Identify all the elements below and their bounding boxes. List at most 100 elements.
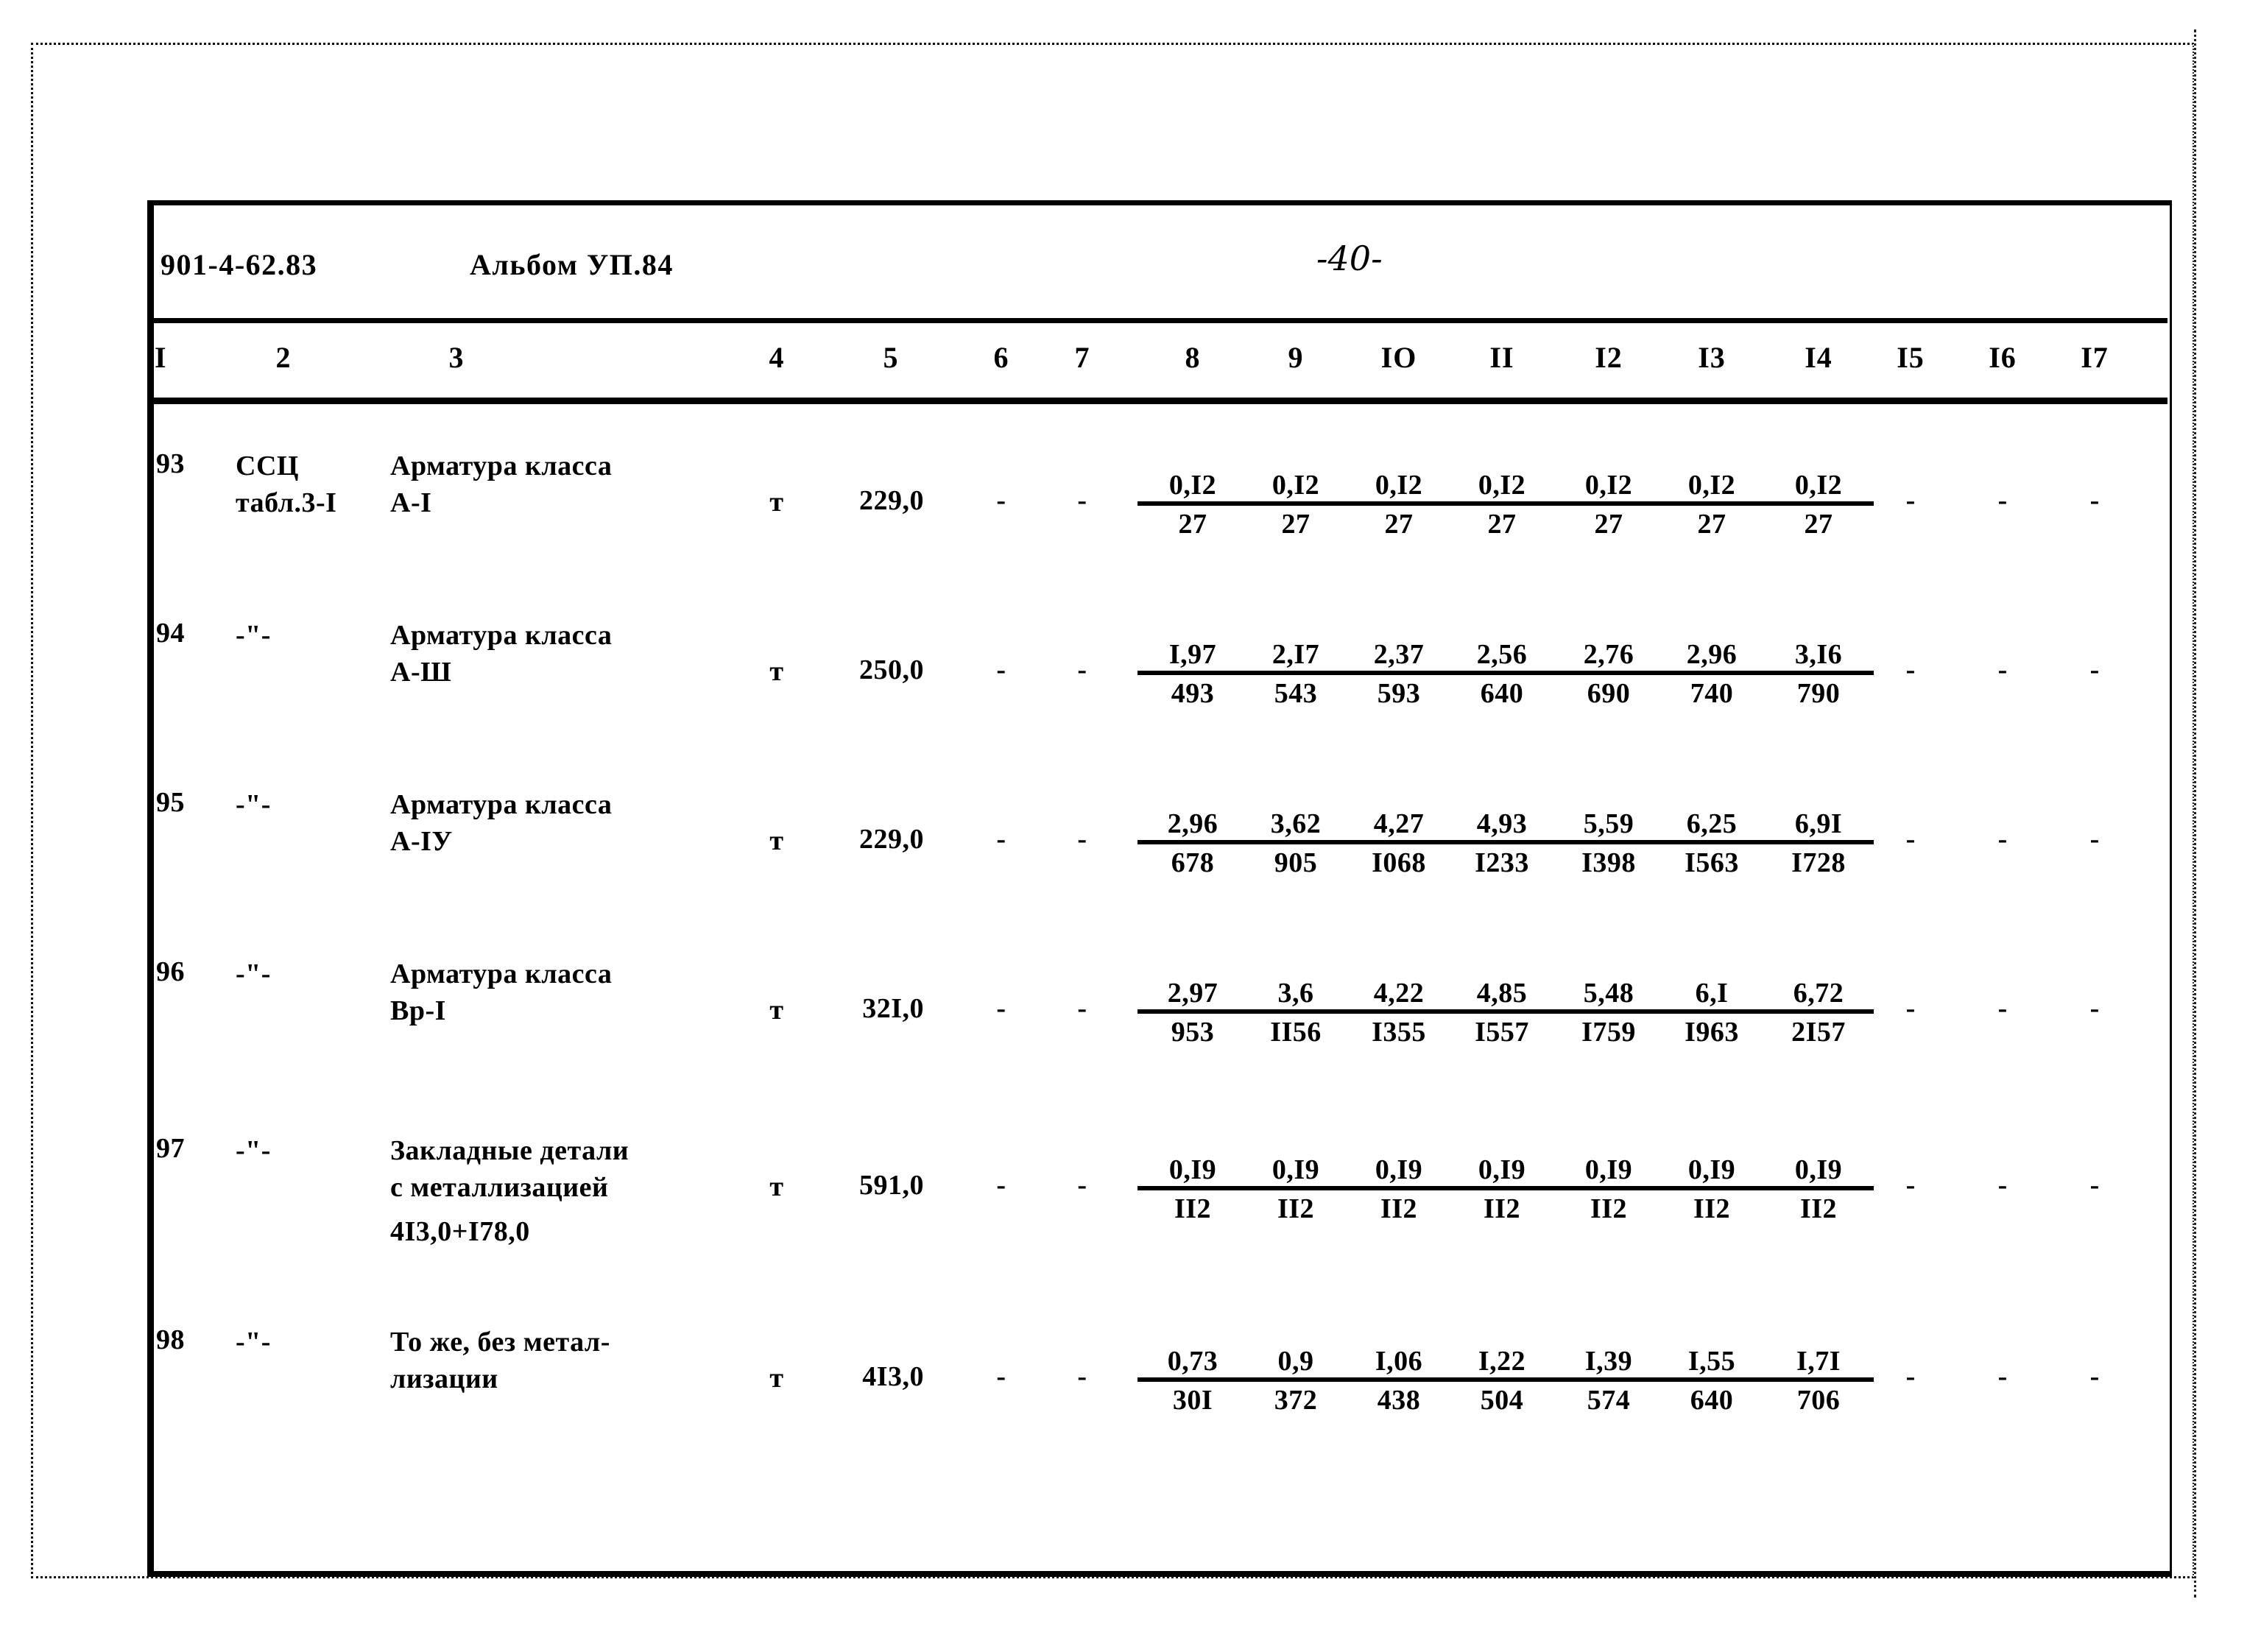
row-description-line1: То же, без метал- xyxy=(390,1327,610,1358)
row-value-col8: 2,97 953 xyxy=(1137,978,1248,1048)
row-col16-dash: - xyxy=(1997,824,2008,855)
value-numerator: 0,I9 xyxy=(1763,1155,1874,1190)
document-code: 901-4-62.83 xyxy=(161,248,318,281)
value-denominator: II2 xyxy=(1799,1193,1838,1224)
value-denominator: 27 xyxy=(1281,508,1311,540)
column-number-row: I 2 3 4 5 6 7 8 9 IO II I2 I3 I4 I5 I6 I7 xyxy=(147,340,2172,387)
row-col6-dash: - xyxy=(996,1170,1006,1201)
row-col17-dash: - xyxy=(2089,824,2100,855)
row-value-col12: 0,I9 II2 xyxy=(1553,1155,1664,1224)
row-col15-dash: - xyxy=(1905,654,1916,685)
row-col17-dash: - xyxy=(2089,1170,2100,1201)
row-value-col14: I,7I 706 xyxy=(1763,1346,1874,1416)
row-quantity: 591,0 xyxy=(859,1170,924,1201)
value-denominator: 30I xyxy=(1172,1384,1213,1416)
row-description-line1: Арматура класса xyxy=(390,620,613,651)
value-denominator: II2 xyxy=(1693,1193,1731,1224)
value-numerator: 6,72 xyxy=(1763,978,1874,1014)
row-col17-dash: - xyxy=(2089,1361,2100,1392)
value-denominator: 372 xyxy=(1274,1384,1318,1416)
row-value-col12: I,39 574 xyxy=(1553,1346,1664,1416)
row-value-col13: 0,I2 27 xyxy=(1657,470,1767,540)
column-number-8: 8 xyxy=(1185,341,1201,374)
row-col17-dash: - xyxy=(2089,485,2100,516)
row-col6-dash: - xyxy=(996,485,1006,516)
row-unit: т xyxy=(769,825,784,856)
value-denominator: 27 xyxy=(1804,508,1833,540)
table-row: 94 -"- Арматура класса А-Ш т 250,0- - I,97 493 2,… xyxy=(147,611,2172,773)
row-col6-dash: - xyxy=(996,1361,1006,1392)
value-denominator: 790 xyxy=(1796,677,1841,709)
value-numerator: 4,22 xyxy=(1344,978,1454,1014)
row-description-line1: Закладные детали xyxy=(390,1135,629,1166)
value-numerator: 0,I9 xyxy=(1553,1155,1664,1190)
row-col16-dash: - xyxy=(1997,993,2008,1024)
row-col16-dash: - xyxy=(1997,485,2008,516)
row-col15-dash: - xyxy=(1905,993,1916,1024)
value-denominator: II2 xyxy=(1277,1193,1315,1224)
row-quantity: 32I,0 xyxy=(862,993,924,1024)
value-denominator: 690 xyxy=(1587,677,1631,709)
value-numerator: 4,27 xyxy=(1344,809,1454,844)
row-col16-dash: - xyxy=(1997,1170,2008,1201)
row-quantity: 250,0 xyxy=(859,654,924,685)
value-denominator: I563 xyxy=(1685,847,1739,878)
row-position-number: 95 xyxy=(156,787,185,818)
row-description-line2: Вр-I xyxy=(390,995,446,1026)
value-denominator: I068 xyxy=(1372,847,1426,878)
row-col7-dash: - xyxy=(1077,993,1087,1024)
column-number-9: 9 xyxy=(1288,341,1304,374)
row-value-col13: 6,25 I563 xyxy=(1657,809,1767,878)
row-quantity: 229,0 xyxy=(859,824,924,855)
row-value-col9: 2,I7 543 xyxy=(1241,640,1351,709)
column-number-2: 2 xyxy=(275,341,292,374)
value-numerator: 6,9I xyxy=(1763,809,1874,844)
value-denominator: 593 xyxy=(1377,677,1421,709)
row-value-col9: 3,62 905 xyxy=(1241,809,1351,878)
value-denominator: 574 xyxy=(1587,1384,1631,1416)
value-numerator: I,55 xyxy=(1657,1346,1767,1382)
value-denominator: 2I57 xyxy=(1791,1016,1846,1048)
column-number-10: IO xyxy=(1380,341,1417,374)
value-numerator: 0,I2 xyxy=(1447,470,1557,506)
value-numerator: 0,I2 xyxy=(1137,470,1248,506)
column-number-15: I5 xyxy=(1897,341,1925,374)
row-value-col11: 4,93 I233 xyxy=(1447,809,1557,878)
column-number-17: I7 xyxy=(2081,341,2109,374)
row-col17-dash: - xyxy=(2089,654,2100,685)
row-value-col12: 5,48 I759 xyxy=(1553,978,1664,1048)
row-col7-dash: - xyxy=(1077,1361,1087,1392)
row-description-line2: А-Ш xyxy=(390,657,452,688)
row-position-number: 98 xyxy=(156,1324,185,1355)
value-denominator: 640 xyxy=(1480,677,1524,709)
column-number-12: I2 xyxy=(1595,341,1623,374)
rule-under-header xyxy=(154,318,2167,323)
row-value-col8: I,97 493 xyxy=(1137,640,1248,709)
row-value-col12: 5,59 I398 xyxy=(1553,809,1664,878)
value-numerator: 4,85 xyxy=(1447,978,1557,1014)
row-value-col14: 6,72 2I57 xyxy=(1763,978,1874,1048)
row-col6-dash: - xyxy=(996,824,1006,855)
value-numerator: 0,I2 xyxy=(1657,470,1767,506)
value-denominator: II2 xyxy=(1483,1193,1521,1224)
row-value-col14: 0,I9 II2 xyxy=(1763,1155,1874,1224)
row-col7-dash: - xyxy=(1077,654,1087,685)
value-numerator: 6,25 xyxy=(1657,809,1767,844)
row-col16-dash: - xyxy=(1997,1361,2008,1392)
column-number-14: I4 xyxy=(1805,341,1833,374)
row-value-col12: 0,I2 27 xyxy=(1553,470,1664,540)
row-position-number: 96 xyxy=(156,956,185,987)
row-value-col10: 0,I9 II2 xyxy=(1344,1155,1454,1224)
row-value-col14: 3,I6 790 xyxy=(1763,640,1874,709)
row-col15-dash: - xyxy=(1905,1361,1916,1392)
value-denominator: II2 xyxy=(1380,1193,1418,1224)
row-unit: т xyxy=(769,1363,784,1394)
row-value-col8: 0,73 30I xyxy=(1137,1346,1248,1416)
table-row: 98 -"- То же, без метал-лизации т 4I3,0- -0,7… xyxy=(147,1318,2172,1480)
row-value-col11: 0,I9 II2 xyxy=(1447,1155,1557,1224)
row-value-col11: 4,85 I557 xyxy=(1447,978,1557,1048)
rule-under-column-numbers xyxy=(154,398,2167,404)
value-denominator: II56 xyxy=(1270,1016,1322,1048)
value-denominator: I233 xyxy=(1475,847,1529,878)
row-description-line3: 4I3,0+I78,0 xyxy=(390,1216,530,1247)
